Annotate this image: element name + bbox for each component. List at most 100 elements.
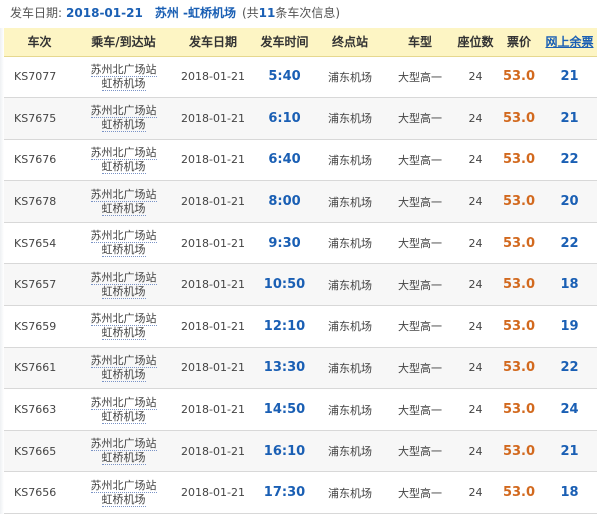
terminal-station: 浦东机场 xyxy=(328,112,372,126)
departure-station[interactable]: 苏州北广场站 xyxy=(90,104,157,119)
table-row[interactable]: KS7678 苏州北广场站 虹桥机场 2018-01-21 8:00 浦东机场 大型高一 24… xyxy=(4,180,597,223)
station-cell[interactable]: 苏州北广场站 虹桥机场 xyxy=(75,56,172,98)
remaining-tickets[interactable]: 18 xyxy=(542,472,597,514)
result-count: (共11条车次信息) xyxy=(242,6,340,20)
vehicle-type: 大型高一 xyxy=(398,237,442,251)
station-cell[interactable]: 苏州北广场站 虹桥机场 xyxy=(75,472,172,514)
departure-station[interactable]: 苏州北广场站 xyxy=(90,354,157,368)
station-cell[interactable]: 苏州北广场站 虹桥机场 xyxy=(75,181,172,223)
train-number[interactable]: KS7077 xyxy=(4,56,75,98)
remaining-tickets[interactable]: 22 xyxy=(542,139,597,181)
train-number[interactable]: KS7657 xyxy=(4,264,75,306)
remaining-tickets[interactable]: 24 xyxy=(542,389,597,431)
arrival-station[interactable]: 虹桥机场 xyxy=(101,77,146,91)
table-row[interactable]: KS7663 苏州北广场站 虹桥机场 2018-01-21 14:50 浦东机场 大型高一 2… xyxy=(4,388,597,431)
station-cell[interactable]: 苏州北广场站 虹桥机场 xyxy=(75,139,172,181)
train-number[interactable]: KS7656 xyxy=(4,472,75,514)
table-row[interactable]: KS7654 苏州北广场站 虹桥机场 2018-01-21 9:30 浦东机场 大型高一 24… xyxy=(4,222,597,264)
train-number[interactable]: KS7676 xyxy=(4,139,75,181)
header-remaining-tickets[interactable]: 网上余票 xyxy=(542,28,597,57)
arrival-station[interactable]: 虹桥机场 xyxy=(101,243,146,258)
ticket-price: 53.0 xyxy=(502,443,536,459)
left-border-shadow xyxy=(0,28,4,514)
departure-station[interactable]: 苏州北广场站 xyxy=(90,146,157,160)
remaining-tickets[interactable]: 22 xyxy=(542,347,597,389)
schedule-table: 车次 乘车/到达站 发车日期 发车时间 终点站 车型 座位数 票价 网上余票 K… xyxy=(4,28,597,514)
arrival-station[interactable]: 虹桥机场 xyxy=(101,160,146,174)
table-row[interactable]: KS7659 苏州北广场站 虹桥机场 2018-01-21 12:10 浦东机场 大型高一 2… xyxy=(4,305,597,348)
seat-count: 24 xyxy=(468,195,483,209)
departure-station[interactable]: 苏州北广场站 xyxy=(90,437,157,452)
remaining-tickets[interactable]: 21 xyxy=(542,98,597,140)
train-number[interactable]: KS7661 xyxy=(4,347,75,389)
station-cell[interactable]: 苏州北广场站 虹桥机场 xyxy=(75,264,172,306)
table-row[interactable]: KS7675 苏州北广场站 虹桥机场 2018-01-21 6:10 浦东机场 大型高一 24… xyxy=(4,97,597,140)
seat-count: 24 xyxy=(468,486,483,500)
departure-station[interactable]: 苏州北广场站 xyxy=(90,229,157,244)
table-row[interactable]: KS7676 苏州北广场站 虹桥机场 2018-01-21 6:40 浦东机场 大型高一 24… xyxy=(4,139,597,181)
header-time: 发车时间 xyxy=(254,28,315,57)
table-row[interactable]: KS7656 苏州北广场站 虹桥机场 2018-01-21 17:30 浦东机场 大型高一 2… xyxy=(4,471,597,514)
departure-station[interactable]: 苏州北广场站 xyxy=(90,271,157,285)
departure-station[interactable]: 苏州北广场站 xyxy=(90,396,157,410)
table-row[interactable]: KS7657 苏州北广场站 虹桥机场 2018-01-21 10:50 浦东机场 大型高一 2… xyxy=(4,263,597,306)
departure-station[interactable]: 苏州北广场站 xyxy=(90,479,157,493)
arrival-station[interactable]: 虹桥机场 xyxy=(101,368,146,382)
train-number[interactable]: KS7659 xyxy=(4,306,75,348)
remaining-tickets[interactable]: 21 xyxy=(542,56,597,98)
seat-count: 24 xyxy=(468,444,483,458)
remaining-tickets[interactable]: 21 xyxy=(542,430,597,472)
seat-count: 24 xyxy=(468,111,483,125)
vehicle-type: 大型高一 xyxy=(398,445,442,459)
terminal-station: 浦东机场 xyxy=(328,445,372,459)
departure-time: 8:00 xyxy=(268,194,301,210)
seat-count: 24 xyxy=(468,236,483,250)
departure-date-cell: 2018-01-21 xyxy=(181,486,245,500)
table-row[interactable]: KS7661 苏州北广场站 虹桥机场 2018-01-21 13:30 浦东机场 大型高一 2… xyxy=(4,347,597,389)
train-number[interactable]: KS7665 xyxy=(4,430,75,472)
departure-time: 13:30 xyxy=(263,360,306,376)
arrival-station[interactable]: 虹桥机场 xyxy=(101,493,146,507)
ticket-price: 53.0 xyxy=(502,110,536,126)
departure-station[interactable]: 苏州北广场站 xyxy=(90,312,157,327)
arrival-station[interactable]: 虹桥机场 xyxy=(101,118,146,133)
remaining-tickets[interactable]: 22 xyxy=(542,222,597,264)
header-vehicle-type: 车型 xyxy=(385,28,455,57)
train-number[interactable]: KS7675 xyxy=(4,98,75,140)
table-row[interactable]: KS7077 苏州北广场站 虹桥机场 2018-01-21 5:40 浦东机场 大型高一 24… xyxy=(4,56,597,98)
station-cell[interactable]: 苏州北广场站 虹桥机场 xyxy=(75,306,172,348)
train-number[interactable]: KS7654 xyxy=(4,222,75,264)
arrival-station[interactable]: 虹桥机场 xyxy=(101,285,146,299)
departure-time: 6:40 xyxy=(268,152,301,168)
station-cell[interactable]: 苏州北广场站 虹桥机场 xyxy=(75,98,172,140)
header-stations: 乘车/到达站 xyxy=(75,28,172,57)
departure-date-cell: 2018-01-21 xyxy=(181,111,245,125)
vehicle-type: 大型高一 xyxy=(398,403,442,417)
vehicle-type: 大型高一 xyxy=(398,320,442,334)
remaining-tickets[interactable]: 20 xyxy=(542,181,597,223)
train-number[interactable]: KS7663 xyxy=(4,389,75,431)
arrival-station[interactable]: 虹桥机场 xyxy=(101,326,146,341)
departure-date-cell: 2018-01-21 xyxy=(181,361,245,375)
ticket-price: 53.0 xyxy=(502,318,536,334)
arrival-station[interactable]: 虹桥机场 xyxy=(101,451,146,466)
remaining-tickets[interactable]: 19 xyxy=(542,306,597,348)
departure-time: 17:30 xyxy=(263,485,306,501)
remaining-tickets[interactable]: 18 xyxy=(542,264,597,306)
departure-station[interactable]: 苏州北广场站 xyxy=(90,63,157,77)
departure-time: 10:50 xyxy=(263,277,306,293)
station-cell[interactable]: 苏州北广场站 虹桥机场 xyxy=(75,347,172,389)
train-number[interactable]: KS7678 xyxy=(4,181,75,223)
station-cell[interactable]: 苏州北广场站 虹桥机场 xyxy=(75,222,172,264)
arrival-station[interactable]: 虹桥机场 xyxy=(101,202,146,216)
terminal-station: 浦东机场 xyxy=(328,361,372,375)
departure-time: 12:10 xyxy=(263,318,306,334)
departure-date-cell: 2018-01-21 xyxy=(181,153,245,167)
departure-station[interactable]: 苏州北广场站 xyxy=(90,188,157,202)
table-row[interactable]: KS7665 苏州北广场站 虹桥机场 2018-01-21 16:10 浦东机场 大型高一 2… xyxy=(4,430,597,472)
arrival-station[interactable]: 虹桥机场 xyxy=(101,410,146,424)
station-cell[interactable]: 苏州北广场站 虹桥机场 xyxy=(75,389,172,431)
route-text: 苏州 -虹桥机场 xyxy=(154,6,236,20)
station-cell[interactable]: 苏州北广场站 虹桥机场 xyxy=(75,430,172,472)
ticket-price: 53.0 xyxy=(502,277,536,293)
